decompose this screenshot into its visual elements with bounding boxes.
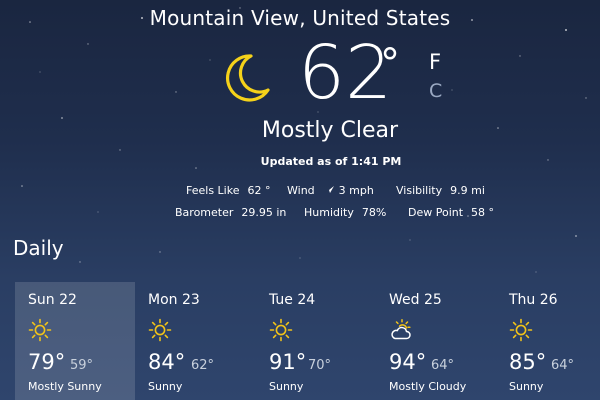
day-low-temp: 64°	[431, 358, 455, 373]
detail-barometer: Barometer 29.95 in	[175, 206, 286, 219]
day-low-temp: 62°	[191, 358, 215, 373]
partly-cloudy-icon	[391, 319, 411, 340]
barometer-value: 29.95 in	[241, 206, 287, 219]
day-condition: Mostly Cloudy	[389, 380, 467, 393]
sun-icon	[28, 318, 52, 342]
day-name: Wed 25	[389, 292, 442, 308]
day-high-temp: 91°	[269, 350, 307, 374]
sun-icon	[509, 318, 533, 342]
visibility-value: 9.9 mi	[450, 184, 485, 197]
day-tile-thu-26[interactable]: Thu 26 85° 64° Sunny	[496, 282, 600, 400]
day-tile-sun-22[interactable]: Sun 22 79° 59° Mostly Sunny	[15, 282, 135, 400]
day-high-temp: 94°	[389, 350, 427, 374]
visibility-label: Visibility	[396, 184, 443, 197]
day-tile-wed-25[interactable]: Wed 25 94° 64° Mostly Cloudy	[376, 282, 496, 400]
day-high-temp: 85°	[509, 350, 547, 374]
unit-toggle-celsius[interactable]: C	[429, 80, 442, 102]
detail-visibility: Visibility 9.9 mi	[396, 184, 485, 197]
day-tile-tue-24[interactable]: Tue 24 91° 70° Sunny	[256, 282, 376, 400]
day-name: Sun 22	[28, 292, 77, 308]
updated-timestamp: Updated as of 1:41 PM	[260, 155, 402, 168]
day-high-temp: 79°	[28, 350, 66, 374]
day-condition: Sunny	[509, 380, 544, 393]
detail-humidity: Humidity 78%	[304, 206, 386, 219]
location-title: Mountain View, United States	[149, 6, 451, 30]
humidity-value: 78%	[361, 206, 387, 219]
dew-point-value: 58 °	[471, 206, 495, 219]
wind-value: 3 mph	[338, 184, 374, 197]
feels-like-value: 62 °	[247, 184, 271, 197]
dew-point-label: Dew Point	[408, 206, 464, 219]
current-condition: Mostly Clear	[261, 118, 399, 143]
wind-label: Wind	[287, 184, 315, 197]
day-condition: Mostly Sunny	[28, 380, 102, 393]
barometer-label: Barometer	[175, 206, 234, 219]
current-temperature: 62	[298, 30, 393, 116]
feels-like-label: Feels Like	[186, 184, 240, 197]
day-low-temp: 59°	[70, 358, 94, 373]
day-name: Mon 23	[148, 292, 200, 308]
temperature-degree-symbol: °	[380, 41, 400, 87]
day-low-temp: 70°	[308, 358, 332, 373]
day-low-temp: 64°	[551, 358, 575, 373]
day-condition: Sunny	[269, 380, 304, 393]
day-tile-mon-23[interactable]: Mon 23 84° 62° Sunny	[135, 282, 255, 400]
sun-icon	[148, 318, 172, 342]
sun-icon	[269, 318, 293, 342]
day-condition: Sunny	[148, 380, 183, 393]
detail-dew-point: Dew Point 58 °	[408, 206, 494, 219]
day-name: Tue 24	[269, 292, 316, 308]
moon-icon	[226, 54, 270, 102]
detail-wind: Wind 3 mph	[287, 184, 374, 197]
unit-toggle-fahrenheit[interactable]: F	[429, 50, 441, 74]
weather-app-view: Mountain View, United States 62 ° F C Mo…	[0, 0, 600, 400]
daily-section-title: Daily	[13, 236, 64, 260]
day-high-temp: 84°	[148, 350, 186, 374]
wind-direction-icon	[323, 186, 334, 194]
detail-feels-like: Feels Like 62 °	[186, 184, 270, 197]
day-name: Thu 26	[509, 292, 558, 308]
humidity-label: Humidity	[304, 206, 354, 219]
